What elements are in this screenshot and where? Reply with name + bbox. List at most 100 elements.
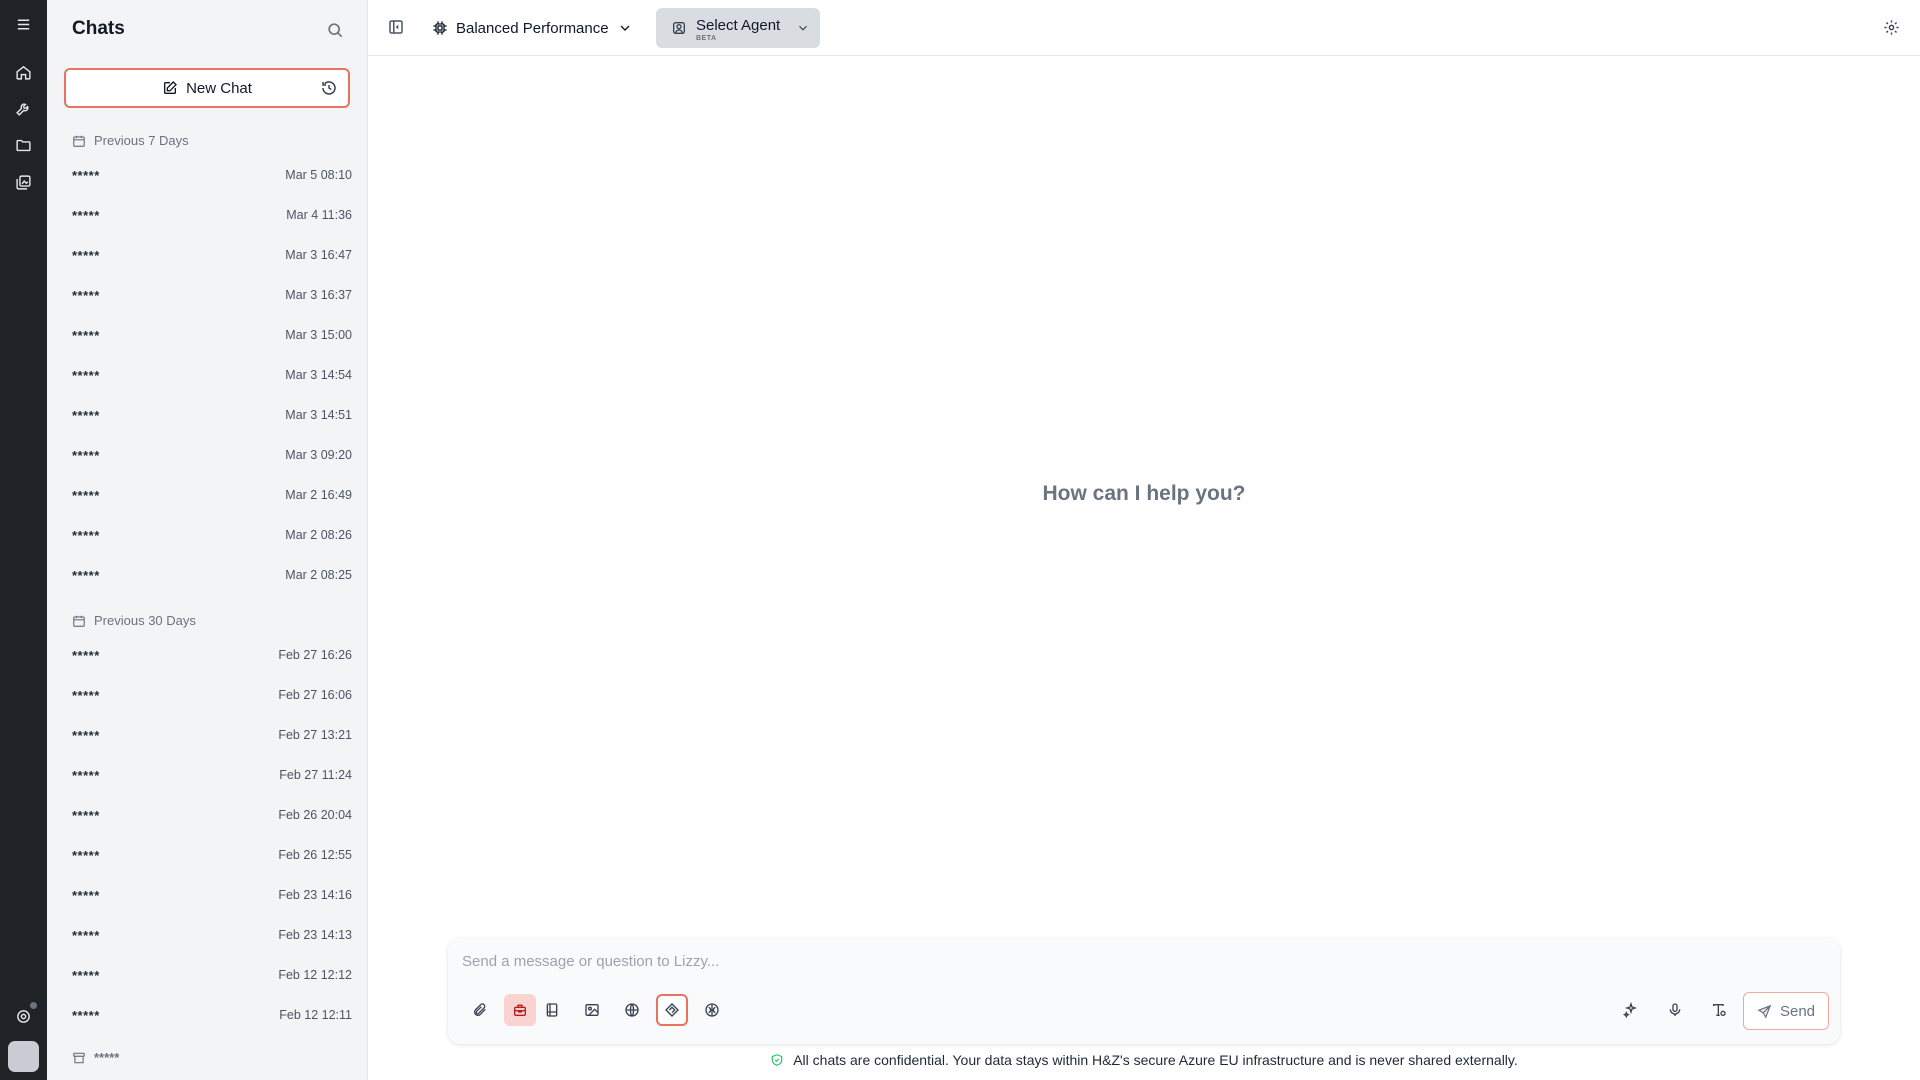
list-item[interactable]: ***** Feb 23 14:13 <box>72 925 352 945</box>
chat-timestamp: Feb 27 16:06 <box>278 688 352 702</box>
chat-title: ***** <box>72 727 100 743</box>
chat-title: ***** <box>72 967 100 983</box>
chat-title: ***** <box>72 247 100 263</box>
notebook-icon[interactable] <box>536 994 568 1026</box>
section-previous-30-days: Previous 30 Days <box>72 613 196 628</box>
chat-title: ***** <box>72 1007 100 1023</box>
list-item[interactable]: ***** Mar 3 16:37 <box>72 285 352 305</box>
chat-timestamp: Feb 26 12:55 <box>278 848 352 862</box>
list-item[interactable]: ***** Mar 3 14:54 <box>72 365 352 385</box>
chat-timestamp: Mar 4 11:36 <box>286 208 352 222</box>
chat-title: ***** <box>72 567 100 583</box>
chat-timestamp: Mar 2 16:49 <box>285 488 352 502</box>
send-button[interactable]: Send <box>1743 992 1829 1030</box>
folder-icon[interactable] <box>0 127 47 163</box>
agent-label: Select Agent <box>696 17 781 34</box>
attach-icon[interactable] <box>464 994 496 1026</box>
new-chat-button[interactable]: New Chat <box>64 68 350 108</box>
tools-icon[interactable] <box>0 90 47 126</box>
confidentiality-notice: All chats are confidential. Your data st… <box>368 1052 1920 1068</box>
chat-timestamp: Feb 23 14:13 <box>278 928 352 942</box>
globe-icon[interactable] <box>616 994 648 1026</box>
search-icon[interactable] <box>325 20 345 40</box>
list-item[interactable]: ***** <box>72 1050 119 1065</box>
list-item[interactable]: ***** Mar 4 11:36 <box>72 205 352 225</box>
list-item[interactable]: ***** Mar 2 08:26 <box>72 525 352 545</box>
chevron-down-icon <box>620 25 630 31</box>
section-previous-7-days: Previous 7 Days <box>72 133 189 148</box>
list-item[interactable]: ***** Mar 3 15:00 <box>72 325 352 345</box>
chat-title: ***** <box>72 687 100 703</box>
list-item[interactable]: ***** Mar 2 16:49 <box>72 485 352 505</box>
chat-timestamp: Feb 27 11:24 <box>279 768 352 782</box>
nav-rail <box>0 0 47 1080</box>
brain-icon[interactable] <box>696 994 728 1026</box>
cpu-icon <box>433 21 447 35</box>
chat-timestamp: Mar 2 08:25 <box>285 568 352 582</box>
menu-icon[interactable] <box>0 6 47 42</box>
list-item[interactable]: ***** Feb 27 16:26 <box>72 645 352 665</box>
shield-check-icon <box>771 1054 783 1066</box>
chat-title: ***** <box>72 207 100 223</box>
message-input[interactable] <box>462 948 1762 974</box>
chat-timestamp: Mar 3 09:20 <box>285 448 352 462</box>
chat-timestamp: Mar 2 08:26 <box>285 528 352 542</box>
list-item[interactable]: ***** Feb 26 20:04 <box>72 805 352 825</box>
reasoning-icon[interactable] <box>656 994 688 1026</box>
chat-title: ***** <box>72 847 100 863</box>
chat-title: ***** <box>72 327 100 343</box>
home-icon[interactable] <box>0 54 47 90</box>
list-item[interactable]: ***** Mar 5 08:10 <box>72 165 352 185</box>
sparkle-icon[interactable] <box>1615 994 1647 1026</box>
list-item[interactable]: ***** Feb 27 11:24 <box>72 765 352 785</box>
send-icon <box>1757 1004 1772 1019</box>
list-item[interactable]: ***** Mar 3 16:47 <box>72 245 352 265</box>
notification-dot <box>30 1002 37 1009</box>
section-label: Previous 30 Days <box>94 613 196 628</box>
agent-icon <box>671 20 687 36</box>
list-item[interactable]: ***** Feb 26 12:55 <box>72 845 352 865</box>
history-icon[interactable] <box>320 79 338 97</box>
chat-timestamp: Mar 3 15:00 <box>285 328 352 342</box>
gallery-icon[interactable] <box>0 164 47 200</box>
chat-timestamp: Mar 3 14:54 <box>285 368 352 382</box>
chat-timestamp: Feb 26 20:04 <box>278 808 352 822</box>
chat-title: ***** <box>72 767 100 783</box>
list-item[interactable]: ***** Feb 27 16:06 <box>72 685 352 705</box>
disclaimer-text: All chats are confidential. Your data st… <box>793 1052 1518 1068</box>
text-format-icon[interactable] <box>1703 994 1735 1026</box>
edit-icon <box>164 81 178 94</box>
chat-title: ***** <box>72 167 100 183</box>
list-item[interactable]: ***** Mar 3 09:20 <box>72 445 352 465</box>
list-item[interactable]: ***** Mar 3 14:51 <box>72 405 352 425</box>
toolbox-icon[interactable] <box>504 994 536 1026</box>
chat-title: ***** <box>72 927 100 943</box>
calendar-icon <box>73 615 85 627</box>
list-item[interactable]: ***** Mar 2 08:25 <box>72 565 352 585</box>
list-item[interactable]: ***** Feb 27 13:21 <box>72 725 352 745</box>
chat-timestamp: Feb 27 13:21 <box>278 728 352 742</box>
microphone-icon[interactable] <box>1659 994 1691 1026</box>
image-icon[interactable] <box>576 994 608 1026</box>
chat-timestamp: Feb 12 12:12 <box>278 968 352 982</box>
list-item[interactable]: ***** Feb 12 12:11 <box>72 1005 352 1025</box>
sidebar-title: Chats <box>72 18 125 39</box>
chat-timestamp: Mar 5 08:10 <box>285 168 352 182</box>
chat-title: ***** <box>72 287 100 303</box>
sidebar-toggle-icon[interactable] <box>387 18 405 36</box>
agent-selector[interactable]: Select Agent BETA <box>656 8 820 48</box>
chat-timestamp: Feb 27 16:26 <box>278 648 352 662</box>
chat-title: ***** <box>72 647 100 663</box>
support-icon[interactable] <box>0 998 47 1034</box>
list-item[interactable]: ***** Feb 23 14:16 <box>72 885 352 905</box>
chevron-down-icon <box>796 21 810 35</box>
send-label: Send <box>1779 1002 1816 1020</box>
model-selector[interactable]: Balanced Performance <box>432 14 633 42</box>
calendar-icon <box>73 135 85 147</box>
new-chat-label: New Chat <box>186 79 252 97</box>
gear-icon[interactable] <box>1883 19 1900 36</box>
avatar[interactable] <box>8 1041 39 1072</box>
model-label: Balanced Performance <box>456 19 609 37</box>
list-item[interactable]: ***** Feb 12 12:12 <box>72 965 352 985</box>
chat-title: ***** <box>72 367 100 383</box>
